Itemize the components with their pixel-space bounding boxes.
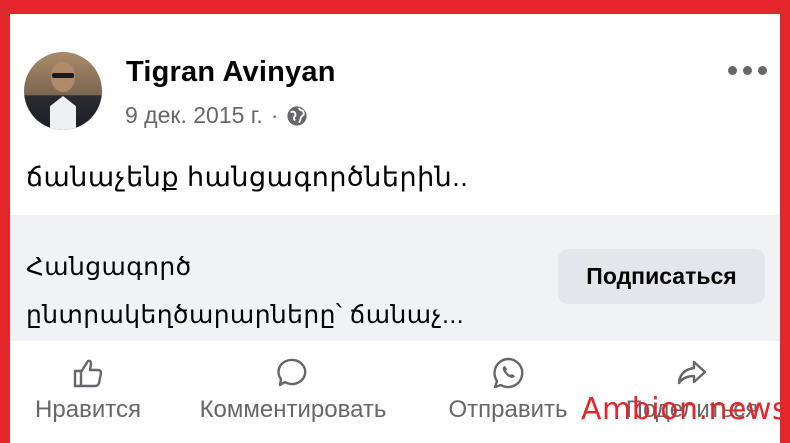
- send-label: Отправить: [448, 396, 568, 423]
- more-dots-icon[interactable]: [728, 66, 772, 78]
- send-button[interactable]: Отправить: [438, 350, 578, 430]
- like-icon: [73, 359, 103, 388]
- like-label: Нравится: [35, 396, 141, 423]
- link-title-line-1: Հանցագործ: [26, 253, 192, 281]
- meta-separator: ·: [270, 102, 279, 128]
- link-preview-card[interactable]: Հանցագործ ընտրակեղծարարները՝ ճանաչ... По…: [10, 215, 780, 341]
- watermark: Ambion.news: [581, 392, 789, 427]
- like-button[interactable]: Нравится: [18, 350, 158, 430]
- post-meta: 9 дек. 2015 г. ·: [125, 102, 308, 129]
- comment-icon: [277, 358, 307, 387]
- link-title-line-2: ընտրակեղծարարները՝ ճանաչ...: [26, 301, 465, 329]
- globe-icon[interactable]: [286, 105, 308, 127]
- post-header: Tigran Avinyan 9 дек. 2015 г. ·: [22, 50, 782, 140]
- link-title[interactable]: Հանցագործ ընտրակեղծարարները՝ ճանաչ...: [26, 243, 464, 339]
- post-text: ճանաչենք հանցագործներին..: [26, 162, 469, 192]
- author-name[interactable]: Tigran Avinyan: [126, 56, 336, 89]
- comment-button[interactable]: Комментировать: [178, 350, 408, 430]
- share-icon: [677, 360, 707, 385]
- whatsapp-icon: [493, 357, 524, 389]
- follow-button[interactable]: Подписаться: [558, 249, 765, 304]
- post-date[interactable]: 9 дек. 2015 г.: [125, 102, 263, 129]
- comment-label: Комментировать: [199, 396, 387, 423]
- avatar[interactable]: [24, 52, 102, 130]
